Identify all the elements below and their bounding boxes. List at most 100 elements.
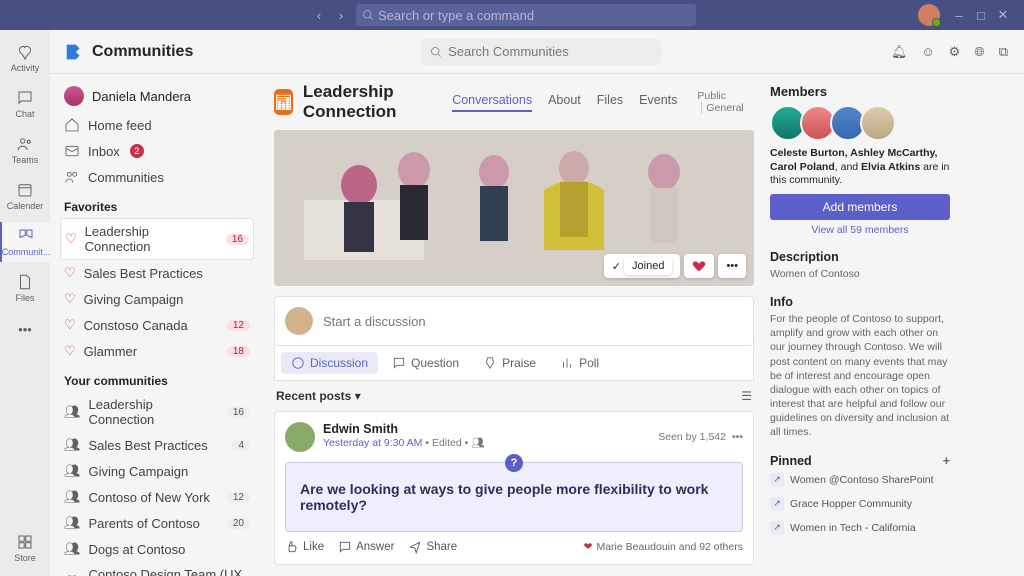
answer-button[interactable]: Answer [338,540,394,554]
author-name[interactable]: Edwin Smith [323,422,485,436]
link-icon: ↗ [770,473,784,487]
fav-sales[interactable]: ♡Sales Best Practices [60,260,254,286]
nav-communities[interactable]: Communities [60,164,254,190]
content-area: 📊︎ Leadership Connection Conversations A… [264,74,764,576]
tab-about[interactable]: About [548,93,581,112]
tab-events[interactable]: Events [639,93,677,112]
members-facepile[interactable] [770,105,950,141]
pinned-header: Pinned [770,454,812,468]
composer[interactable]: Start a discussion [274,296,754,346]
app-bar: Communities Search Communities 🔔︎ ☺ ⚙ 🌐︎… [50,30,1024,74]
yc-sales[interactable]: 👥︎Sales Best Practices4 [60,432,254,458]
favorites-header: Favorites [60,190,254,218]
communities-search[interactable]: Search Communities [422,39,662,65]
tab-files[interactable]: Files [597,93,623,112]
forward-button[interactable]: › [332,6,350,24]
rail-communities[interactable]: Communit... [0,222,50,262]
sidebar-user[interactable]: Daniela Mandera [60,80,254,112]
filter-icon[interactable]: ☰ [741,389,752,403]
ptab-discussion[interactable]: Discussion [281,352,378,374]
post-timestamp: Yesterday at 9:30 AM • Edited • 👥︎ [323,436,485,449]
sidebar: Daniela Mandera Home feed Inbox 2 Commun… [50,74,264,576]
question-icon: ? [505,454,523,472]
command-search[interactable]: Search or type a command [356,4,696,26]
yc-newyork[interactable]: 👥︎Contoso of New York12 [60,484,254,510]
view-all-members-link[interactable]: View all 59 members [770,224,950,236]
composer-placeholder: Start a discussion [323,314,426,329]
description-header: Description [770,250,950,264]
ptab-praise[interactable]: Praise [473,352,546,374]
joined-chip[interactable]: ✓ Joined [604,254,681,278]
post-card: Edwin Smith Yesterday at 9:30 AM • Edite… [274,411,754,565]
post-more-button[interactable]: ••• [732,431,743,443]
yc-giving[interactable]: 👥︎Giving Campaign [60,458,254,484]
group-visibility: Public General [697,90,754,114]
minimize-button[interactable]: – [948,8,970,23]
like-button[interactable]: Like [285,540,324,554]
fav-giving[interactable]: ♡Giving Campaign [60,286,254,312]
gear-icon[interactable]: ⚙ [949,44,961,60]
yc-leadership[interactable]: 👥︎Leadership Connection16 [60,392,254,432]
search-placeholder: Search or type a command [378,8,534,23]
inbox-badge: 2 [130,144,144,158]
pinned-link[interactable]: ↗Women in Tech - California [770,516,950,540]
user-avatar-icon [64,86,84,106]
add-pinned-button[interactable]: + [943,454,950,468]
yc-parents[interactable]: 👥︎Parents of Contoso20 [60,510,254,536]
rail-files[interactable]: Files [0,268,50,308]
pinned-link[interactable]: ↗Grace Hopper Community [770,492,950,516]
more-chip[interactable]: ••• [718,254,746,278]
rail-activity[interactable]: Activity [0,38,50,78]
add-members-button[interactable]: Add members [770,194,950,220]
reactions-summary[interactable]: ❤ Marie Beaudouin and 92 others [584,541,743,553]
right-panel: Members Celeste Burton, Ashley McCarthy,… [764,74,964,576]
tab-conversations[interactable]: Conversations [452,93,532,112]
question-text: Are we looking at ways to give people mo… [300,481,728,513]
bell-icon[interactable]: 🔔︎ [891,44,908,60]
group-header: 📊︎ Leadership Connection Conversations A… [274,74,754,130]
pinned-link[interactable]: ↗Women @Contoso SharePoint [770,468,950,492]
yammer-icon [64,41,86,63]
question-card: ? Are we looking at ways to give people … [285,462,743,532]
ptab-question[interactable]: Question [382,352,469,374]
close-button[interactable]: ✕ [992,7,1014,23]
title-bar: ‹ › Search or type a command – □ ✕ [0,0,1024,30]
sort-row: Recent posts ▾ ☰ [274,381,754,411]
link-icon: ↗ [770,497,784,511]
yc-dogs[interactable]: 👥︎Dogs at Contoso [60,536,254,562]
back-button[interactable]: ‹ [310,6,328,24]
recent-posts-sort[interactable]: Recent posts ▾ [276,389,361,403]
author-avatar[interactable] [285,422,315,452]
link-icon: ↗ [770,521,784,535]
fav-glammer[interactable]: ♡Glammer18 [60,338,254,364]
seen-count[interactable]: Seen by 1,542 [658,431,726,443]
maximize-button[interactable]: □ [970,8,992,23]
your-communities-header: Your communities [60,364,254,392]
favorite-chip[interactable] [684,254,714,278]
post-type-tabs: Discussion Question Praise Poll [274,346,754,381]
fav-leadership[interactable]: ♡ Leadership Connection 16 [60,218,254,260]
group-icon: 📊︎ [274,89,293,115]
rail-chat[interactable]: Chat [0,84,50,124]
popout-icon[interactable]: ⧉ [999,44,1008,60]
smiley-icon[interactable]: ☺ [921,44,934,60]
info-header: Info [770,295,950,309]
ptab-poll[interactable]: Poll [550,352,609,374]
user-avatar[interactable] [918,4,940,26]
rail-store[interactable]: Store [0,528,50,568]
nav-inbox[interactable]: Inbox 2 [60,138,254,164]
fav-contoso-canada[interactable]: ♡Constoso Canada12 [60,312,254,338]
share-button[interactable]: Share [408,540,457,554]
rail-teams[interactable]: Teams [0,130,50,170]
globe-icon[interactable]: 🌐︎ [974,44,984,60]
members-header: Members [770,84,950,99]
yc-design[interactable]: 👥︎Contoso Design Team (UX Desi... [60,562,254,576]
members-summary: Celeste Burton, Ashley McCarthy, Carol P… [770,147,950,188]
app-rail: Activity Chat Teams Calender Communit...… [0,30,50,576]
rail-calendar[interactable]: Calender [0,176,50,216]
member-avatar[interactable] [860,105,896,141]
rail-more[interactable]: ••• [18,314,32,344]
description-text: Women of Contoso [770,267,950,281]
nav-home-feed[interactable]: Home feed [60,112,254,138]
app-title: Communities [92,43,193,61]
